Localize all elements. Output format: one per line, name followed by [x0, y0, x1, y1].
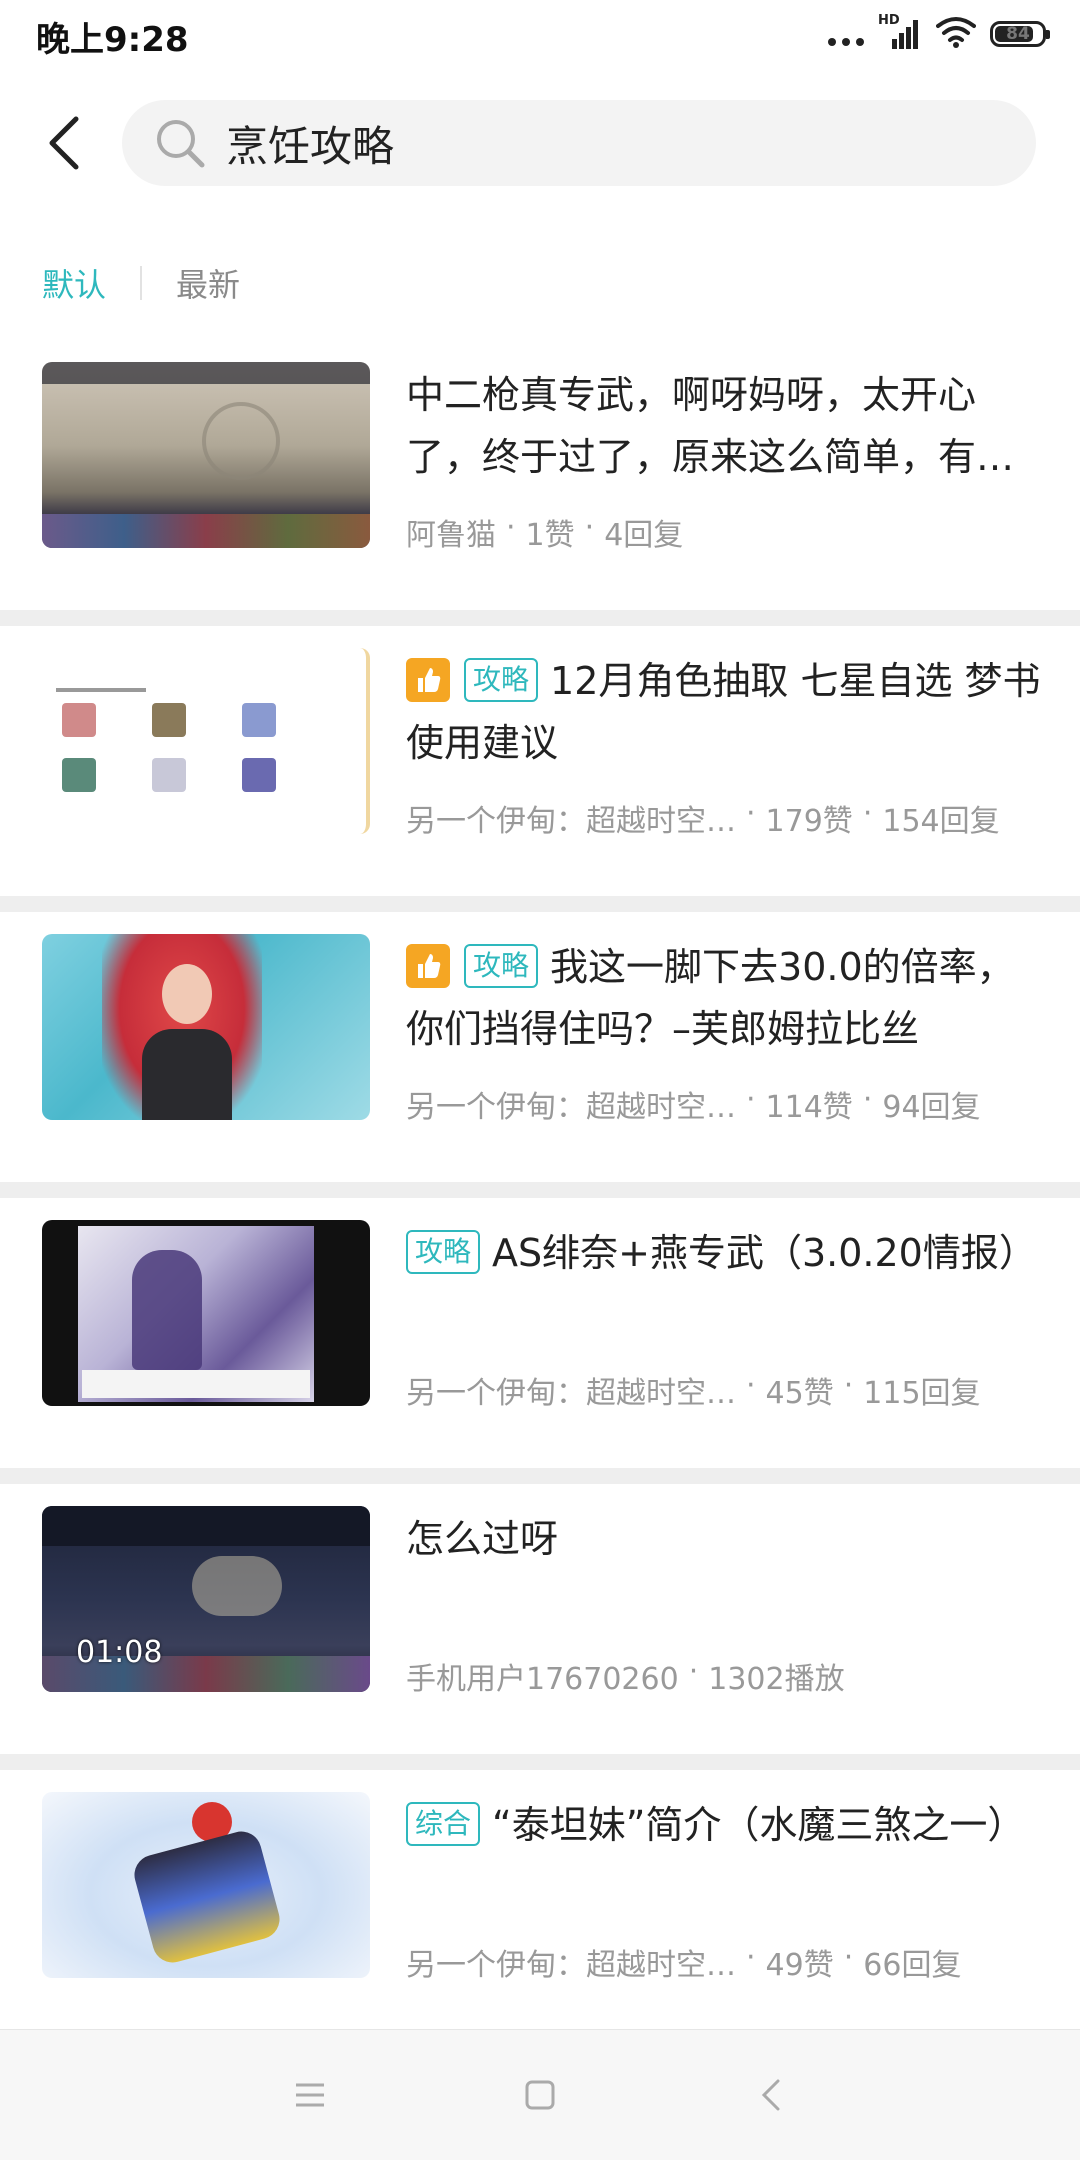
post-title: 攻略 我这一脚下去30.0的倍率，你们挡得住吗？–芙郎姆拉比丝	[406, 936, 1042, 1060]
post-author: 另一个伊甸：超越时空…	[406, 1376, 736, 1411]
screen: 晚上9:28 HD 84 烹饪攻略 默认 最新 中二枪真专武，啊呀妈呀，太开心了…	[0, 0, 1080, 2160]
more-dots-icon	[828, 22, 864, 46]
post-likes: 45赞	[765, 1376, 834, 1411]
search-input[interactable]: 烹饪攻略	[122, 100, 1036, 186]
wifi-icon	[936, 16, 976, 52]
post-meta: 另一个伊甸：超越时空… · 179赞 · 154回复	[406, 796, 1042, 840]
post-thumbnail	[42, 934, 370, 1120]
meta-dot: ·	[746, 1940, 756, 1975]
post-title-text: “泰坦妹”简介（水魔三煞之一）	[492, 1803, 1026, 1847]
post-item[interactable]: 攻略 12月角色抽取 七星自选 梦书使用建议 另一个伊甸：超越时空… · 179赞…	[0, 626, 1080, 896]
post-thumbnail	[42, 648, 370, 834]
post-title-text: 中二枪真专武，啊呀妈呀，太开心了，终于过了，原来这么简单，有…	[406, 373, 1015, 479]
meta-dot: ·	[584, 510, 595, 545]
battery-level: 84	[1006, 24, 1030, 44]
meta-dot: ·	[746, 796, 756, 831]
post-meta: 另一个伊甸：超越时空… · 49赞 · 66回复	[406, 1940, 1042, 1984]
divider	[0, 1468, 1080, 1484]
home-square-icon	[525, 2080, 555, 2110]
post-title: 中二枪真专武，啊呀妈呀，太开心了，终于过了，原来这么简单，有…	[406, 364, 1042, 488]
nav-back-button[interactable]	[745, 2070, 795, 2120]
meta-dot: ·	[862, 1082, 873, 1117]
meta-dot: ·	[843, 1368, 854, 1403]
post-plays: 1302播放	[708, 1662, 845, 1697]
system-nav-bar	[0, 2029, 1080, 2160]
thumbs-up-icon	[406, 943, 450, 988]
post-likes: 1赞	[525, 518, 575, 553]
post-title: 综合 “泰坦妹”简介（水魔三煞之一）	[406, 1794, 1042, 1856]
post-replies: 66回复	[863, 1948, 962, 1983]
post-replies: 115回复	[863, 1376, 981, 1411]
divider	[0, 896, 1080, 912]
post-thumbnail	[42, 1220, 370, 1406]
post-meta: 另一个伊甸：超越时空… · 114赞 · 94回复	[406, 1082, 1042, 1126]
meta-dot: ·	[746, 1368, 756, 1403]
post-title: 怎么过呀	[406, 1508, 1042, 1570]
status-time: 晚上9:28	[36, 20, 189, 60]
search-icon	[152, 115, 208, 171]
cell-signal-icon: HD	[878, 13, 922, 51]
divider	[0, 610, 1080, 626]
search-query: 烹饪攻略	[226, 121, 395, 171]
post-meta: 手机用户17670260 · 1302播放	[406, 1654, 1042, 1698]
tab-separator	[140, 266, 143, 300]
post-replies: 154回复	[882, 804, 1000, 839]
category-tag: 攻略	[464, 943, 539, 988]
post-title: 攻略 12月角色抽取 七星自选 梦书使用建议	[406, 650, 1042, 774]
post-author: 阿鲁猫	[406, 518, 496, 553]
post-title: 攻略 AS绯奈+燕专武（3.0.20情报）	[406, 1222, 1042, 1284]
video-duration: 01:08	[76, 1635, 163, 1670]
category-tag: 攻略	[406, 1229, 481, 1274]
tab-latest[interactable]: 最新	[176, 260, 240, 306]
post-item[interactable]: 中二枪真专武，啊呀妈呀，太开心了，终于过了，原来这么简单，有… 阿鲁猫 · 1赞…	[0, 340, 1080, 610]
menu-icon	[296, 2083, 324, 2107]
back-button[interactable]	[38, 108, 88, 178]
meta-dot: ·	[862, 796, 873, 831]
home-button[interactable]	[515, 2070, 565, 2120]
tab-default[interactable]: 默认	[42, 260, 106, 306]
post-item[interactable]: 综合 “泰坦妹”简介（水魔三煞之一） 另一个伊甸：超越时空… · 49赞 · 66…	[0, 1770, 1080, 2040]
post-thumbnail	[42, 1792, 370, 1978]
post-replies: 94回复	[882, 1090, 981, 1125]
chevron-left-icon	[49, 116, 79, 170]
divider	[0, 1182, 1080, 1198]
post-thumbnail	[42, 362, 370, 548]
meta-dot: ·	[746, 1082, 756, 1117]
menu-button[interactable]	[285, 2070, 335, 2120]
post-replies: 4回复	[604, 518, 684, 553]
category-tag: 攻略	[464, 657, 539, 702]
post-author: 手机用户17670260	[406, 1662, 679, 1697]
post-meta: 另一个伊甸：超越时空… · 45赞 · 115回复	[406, 1368, 1042, 1412]
status-icons: HD 84	[828, 13, 1050, 54]
category-tag: 综合	[406, 1801, 481, 1846]
post-likes: 49赞	[765, 1948, 834, 1983]
post-likes: 114赞	[765, 1090, 853, 1125]
post-author: 另一个伊甸：超越时空…	[406, 804, 736, 839]
post-title-text: AS绯奈+燕专武（3.0.20情报）	[492, 1231, 1037, 1275]
meta-dot: ·	[843, 1940, 854, 1975]
sort-tabs: 默认 最新	[42, 260, 240, 306]
post-item[interactable]: 01:08 怎么过呀 手机用户17670260 · 1302播放	[0, 1484, 1080, 1754]
meta-dot: ·	[688, 1654, 699, 1689]
status-bar: 晚上9:28 HD 84	[0, 0, 1080, 70]
video-thumbnail: 01:08	[42, 1506, 370, 1692]
post-author: 另一个伊甸：超越时空…	[406, 1090, 736, 1125]
post-item[interactable]: 攻略 我这一脚下去30.0的倍率，你们挡得住吗？–芙郎姆拉比丝 另一个伊甸：超越时…	[0, 912, 1080, 1182]
post-likes: 179赞	[765, 804, 853, 839]
post-meta: 阿鲁猫 · 1赞 · 4回复	[406, 510, 1042, 554]
post-author: 另一个伊甸：超越时空…	[406, 1948, 736, 1983]
meta-dot: ·	[506, 510, 516, 545]
back-arrow-icon	[761, 2079, 780, 2111]
divider	[0, 1754, 1080, 1770]
post-item[interactable]: 攻略 AS绯奈+燕专武（3.0.20情报） 另一个伊甸：超越时空… · 45赞 ·…	[0, 1198, 1080, 1468]
post-title-text: 怎么过呀	[406, 1517, 559, 1561]
post-list: 中二枪真专武，啊呀妈呀，太开心了，终于过了，原来这么简单，有… 阿鲁猫 · 1赞…	[0, 340, 1080, 2056]
thumbs-up-icon	[406, 657, 450, 702]
battery-icon: 84	[990, 21, 1050, 47]
